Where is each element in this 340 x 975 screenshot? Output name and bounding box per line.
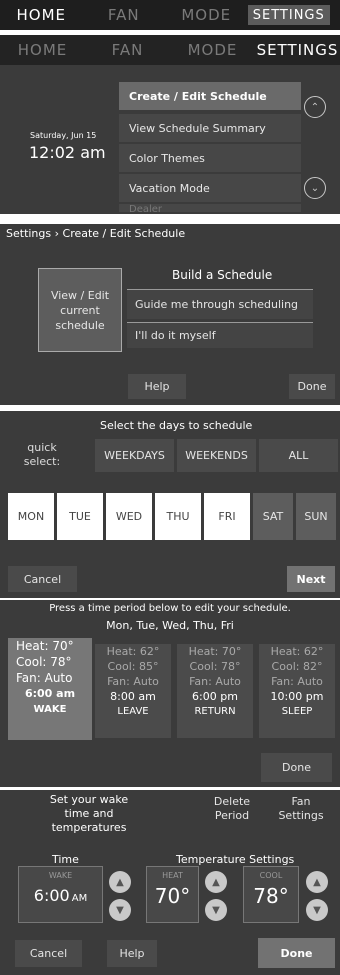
build-schedule-title: Build a Schedule [172, 268, 273, 282]
delete-period-button[interactable]: Delete Period [206, 793, 258, 825]
ampm: AM [71, 893, 88, 904]
menu-view-schedule-summary[interactable]: View Schedule Summary [119, 114, 301, 142]
periods-title: Press a time period below to edit your s… [49, 603, 291, 614]
period-name: RETURN [194, 706, 236, 717]
fan-value: Fan: Auto [271, 675, 323, 688]
day-thu[interactable]: THU [155, 493, 201, 540]
cool-value: Cool: 78° [16, 655, 72, 669]
all-button[interactable]: ALL [259, 439, 338, 472]
temperature-label: Temperature Settings [176, 853, 295, 866]
cool-up-icon[interactable]: ▲ [306, 871, 328, 893]
period-card-return[interactable]: Heat: 70° Cool: 78° Fan: Auto 6:00 pm RE… [177, 644, 253, 738]
quick-select-label: quick select: [23, 441, 61, 468]
nav-home[interactable]: HOME [0, 6, 83, 24]
period-card-leave[interactable]: Heat: 62° Cool: 85° Fan: Auto 8:00 am LE… [95, 644, 171, 738]
help-button[interactable]: Help [107, 940, 157, 967]
day-wed[interactable]: WED [106, 493, 152, 540]
cancel-button[interactable]: Cancel [8, 566, 77, 592]
fan-settings-button[interactable]: Fan Settings [274, 793, 328, 825]
heat-label: HEAT [162, 871, 183, 880]
cool-value: Cool: 82° [271, 660, 323, 673]
heat-up-icon[interactable]: ▲ [205, 871, 227, 893]
scroll-down-icon[interactable]: ⌄ [304, 177, 326, 199]
weekends-button[interactable]: WEEKENDS [177, 439, 256, 472]
day-sat[interactable]: SAT [253, 493, 293, 540]
done-button[interactable]: Done [289, 374, 335, 399]
next-button[interactable]: Next [287, 566, 335, 592]
nav-fan[interactable]: FAN [85, 41, 170, 59]
period-name: SLEEP [281, 706, 313, 717]
time-label: Time [52, 853, 79, 866]
weekdays-button[interactable]: WEEKDAYS [95, 439, 174, 472]
nav-home[interactable]: HOME [0, 41, 85, 59]
guide-me-button[interactable]: Guide me through scheduling [127, 289, 313, 319]
done-button[interactable]: Done [261, 753, 332, 782]
time-value: 6:00 pm [192, 690, 238, 703]
cancel-button[interactable]: Cancel [15, 940, 82, 967]
top-nav: HOME FAN MODE SETTINGS [0, 0, 340, 30]
nav-mode[interactable]: MODE [170, 41, 255, 59]
do-it-myself-button[interactable]: I'll do it myself [127, 322, 313, 348]
date-display: Saturday, Jun 15 [30, 131, 97, 140]
help-button[interactable]: Help [128, 374, 186, 399]
time-setting-box[interactable]: WAKE 6:00 AM [18, 866, 103, 923]
periods-days: Mon, Tue, Wed, Thu, Fri [106, 619, 234, 632]
view-edit-schedule-button[interactable]: View / Edit current schedule [38, 268, 122, 352]
select-days-title: Select the days to schedule [100, 419, 253, 432]
wake-label: WAKE [48, 871, 73, 880]
heat-value: Heat: 70° [188, 645, 242, 658]
time-up-icon[interactable]: ▲ [109, 871, 131, 893]
done-button[interactable]: Done [258, 938, 335, 968]
heat-value: 70° [154, 884, 191, 908]
heat-value: Heat: 62° [106, 645, 160, 658]
time-value: 10:00 pm [270, 690, 324, 703]
settings-nav: HOME FAN MODE SETTINGS [0, 35, 340, 65]
day-fri[interactable]: FRI [204, 493, 250, 540]
time-value: 8:00 am [110, 690, 156, 703]
time-down-icon[interactable]: ▼ [109, 899, 131, 921]
period-name: WAKE [33, 704, 67, 715]
fan-value: Fan: Auto [189, 675, 241, 688]
time-value: 6:00 [33, 886, 70, 905]
day-tue[interactable]: TUE [57, 493, 103, 540]
wake-instruction: Set your wake time and temperatures [49, 793, 129, 834]
fan-value: Fan: Auto [16, 671, 73, 685]
period-card-sleep[interactable]: Heat: 62° Cool: 82° Fan: Auto 10:00 pm S… [259, 644, 335, 738]
day-sun[interactable]: SUN [296, 493, 336, 540]
nav-fan[interactable]: FAN [83, 6, 166, 24]
cool-down-icon[interactable]: ▼ [306, 899, 328, 921]
fan-value: Fan: Auto [107, 675, 159, 688]
scroll-up-icon[interactable]: ⌃ [304, 96, 326, 118]
cool-value: Cool: 85° [107, 660, 159, 673]
menu-dealer[interactable]: Dealer [119, 204, 301, 212]
time-value: 6:00 am [24, 687, 76, 700]
nav-mode[interactable]: MODE [165, 6, 248, 24]
heat-value: Heat: 70° [16, 639, 74, 653]
time-display: 12:02 am [29, 143, 106, 162]
heat-value: Heat: 62° [270, 645, 324, 658]
cool-label: COOL [259, 871, 283, 880]
heat-down-icon[interactable]: ▼ [205, 899, 227, 921]
cool-setting-box[interactable]: COOL 78° [243, 866, 299, 923]
menu-create-edit-schedule[interactable]: Create / Edit Schedule [119, 82, 301, 110]
period-card-wake[interactable]: Heat: 70° Cool: 78° Fan: Auto 6:00 am WA… [8, 638, 92, 740]
breadcrumb: Settings › Create / Edit Schedule [6, 227, 186, 240]
time-setting: 6:00 AM [19, 886, 102, 905]
period-name: LEAVE [117, 706, 149, 717]
heat-setting-box[interactable]: HEAT 70° [146, 866, 199, 923]
cool-value: Cool: 78° [189, 660, 241, 673]
nav-settings[interactable]: SETTINGS [247, 5, 330, 25]
nav-settings[interactable]: SETTINGS [255, 41, 340, 59]
menu-vacation-mode[interactable]: Vacation Mode [119, 174, 301, 202]
cool-value: 78° [253, 884, 289, 908]
day-mon[interactable]: MON [8, 493, 54, 540]
menu-color-themes[interactable]: Color Themes [119, 144, 301, 172]
